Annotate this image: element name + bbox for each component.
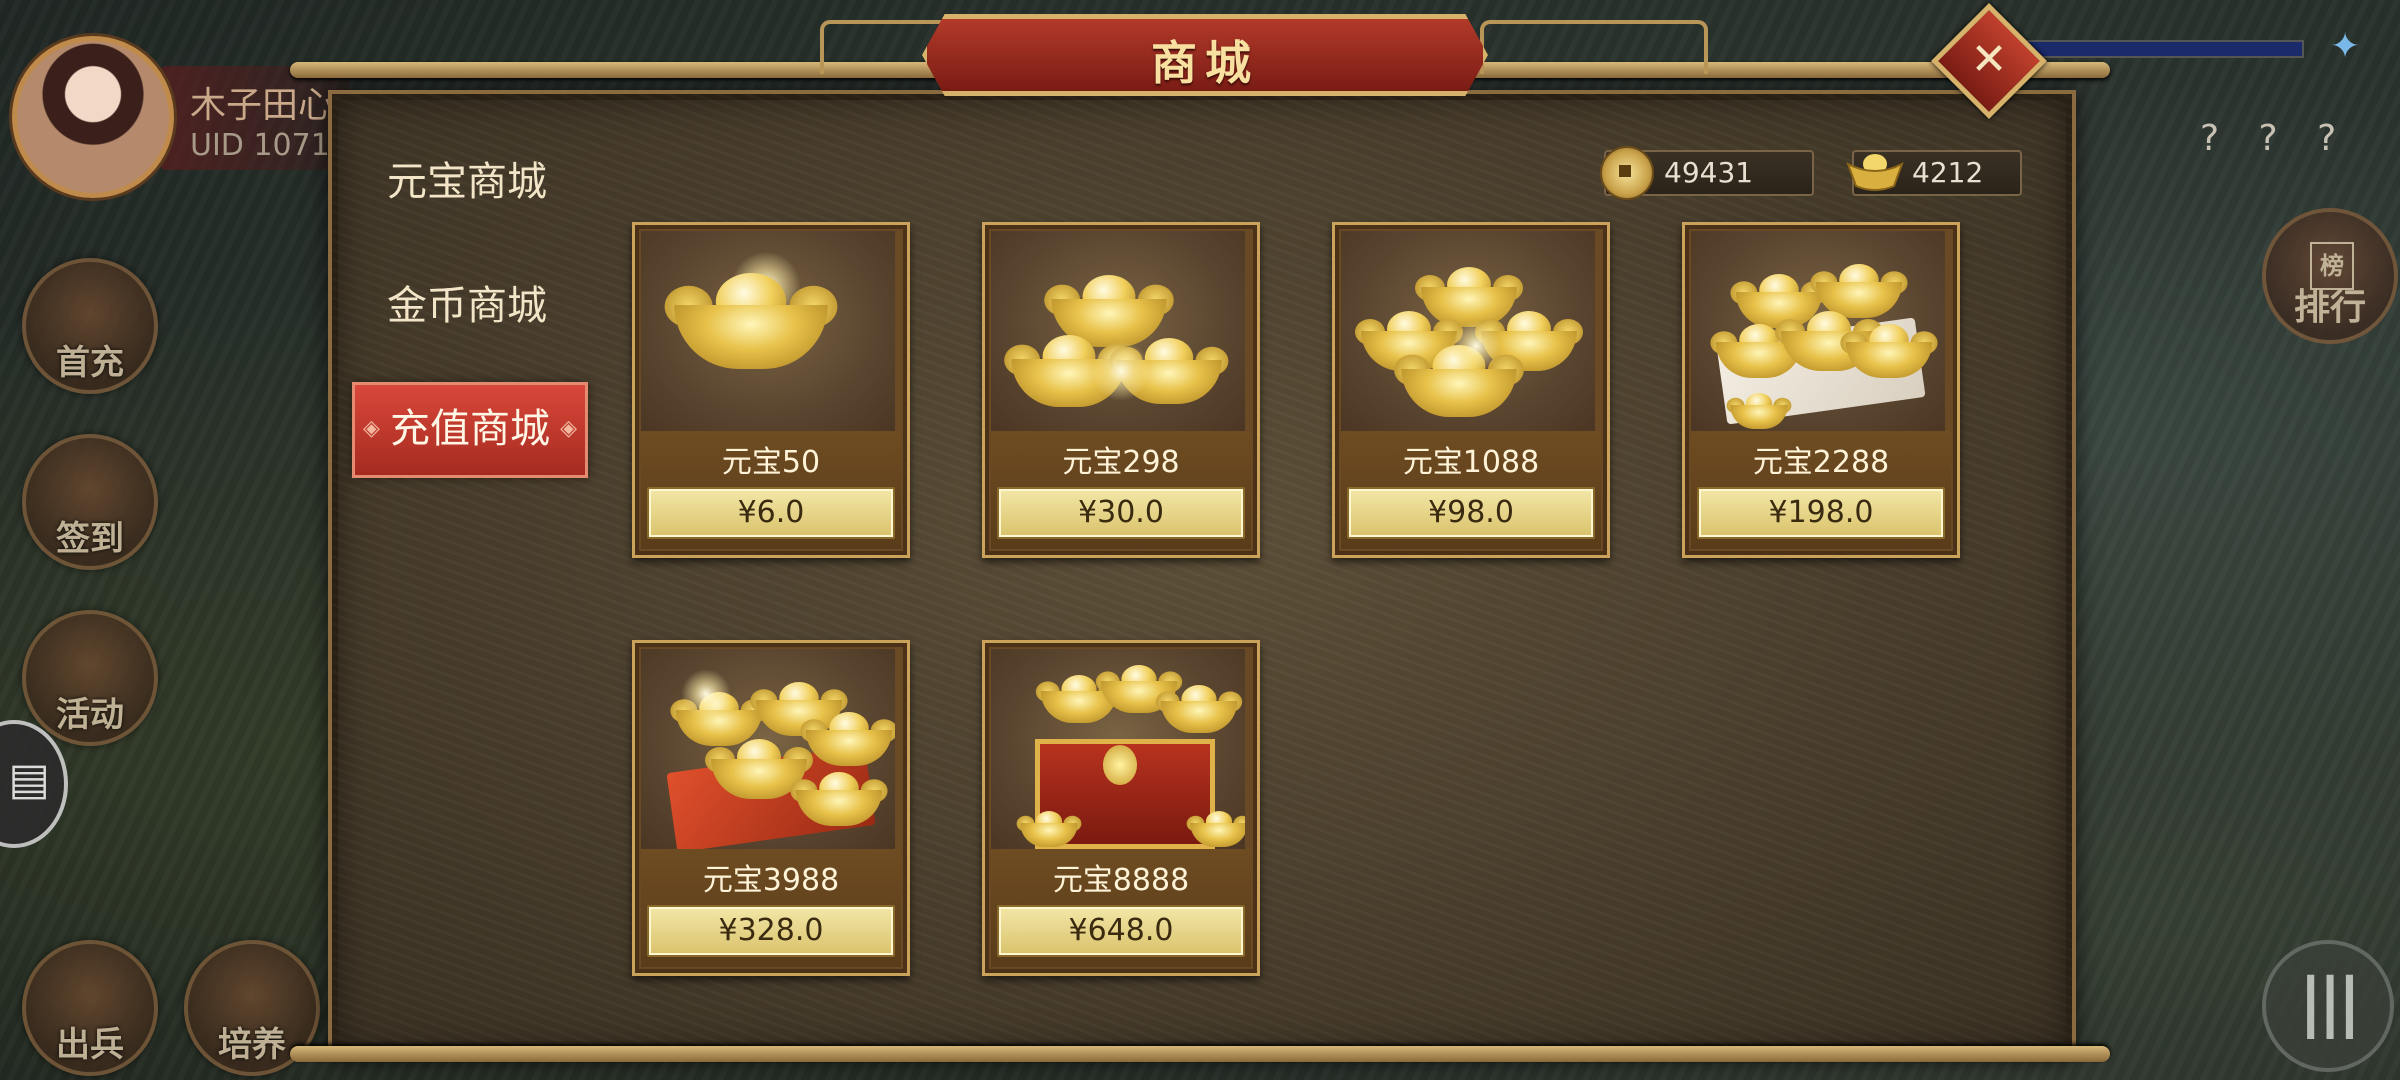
product-name: 元宝50 [721, 445, 821, 480]
ingot-pile-icon [1341, 231, 1595, 431]
ingot-amount: 4212 [1912, 156, 1984, 189]
product-card[interactable]: 元宝3988 ¥328.0 [632, 640, 910, 976]
product-name: 元宝298 [1062, 445, 1180, 480]
copper-coin-icon [1600, 146, 1654, 200]
ingots-on-cloth-icon [1691, 231, 1945, 431]
player-uid: UID 1071 [190, 128, 330, 163]
player-avatar[interactable] [12, 36, 174, 198]
buy-button[interactable]: ¥328.0 [647, 905, 895, 957]
product-card[interactable]: 元宝50 ¥6.0 [632, 222, 910, 558]
product-card[interactable]: 元宝8888 ¥648.0 [982, 640, 1260, 976]
product-price: ¥30.0 [1078, 495, 1164, 530]
single-ingot-icon [641, 231, 895, 431]
product-name: 元宝3988 [702, 863, 840, 898]
tab-coin-shop[interactable]: 金币商城 [352, 262, 582, 352]
product-name: 元宝1088 [1402, 445, 1540, 480]
main-menu-button[interactable]: ||| [2262, 940, 2394, 1072]
gold-ingot-icon [1846, 154, 1904, 191]
product-price: ¥198.0 [1768, 495, 1874, 530]
ranking-label: 排行 [2293, 287, 2366, 328]
ingots-on-red-cloth-icon [641, 649, 895, 849]
product-price: ¥648.0 [1068, 913, 1174, 948]
sign-in-button[interactable]: 签到 [22, 434, 158, 570]
product-name: 元宝8888 [1052, 863, 1190, 898]
product-name: 元宝2288 [1752, 445, 1890, 480]
product-price: ¥6.0 [737, 495, 805, 530]
rail-ornament-right [1480, 20, 1708, 74]
product-price: ¥98.0 [1428, 495, 1514, 530]
buy-button[interactable]: ¥198.0 [1697, 487, 1945, 539]
buy-button[interactable]: ¥98.0 [1347, 487, 1595, 539]
events-button[interactable]: 活动 [22, 610, 158, 746]
scroll-icon: ▤ [8, 754, 50, 805]
player-name: 木子田心 [190, 85, 335, 126]
tab-recharge-shop[interactable]: 充值商城 [352, 382, 588, 478]
product-card[interactable]: 元宝2288 ¥198.0 [1682, 222, 1960, 558]
ranking-button[interactable]: 榜 排行 [2262, 208, 2398, 344]
dialog-title: 商城 [1151, 36, 1259, 90]
coin-balance: 49431 [1600, 146, 1814, 200]
product-card[interactable]: 元宝298 ¥30.0 [982, 222, 1260, 558]
buy-button[interactable]: ¥30.0 [997, 487, 1245, 539]
tab-ingot-shop[interactable]: 元宝商城 [352, 138, 582, 228]
first-recharge-button[interactable]: 首充 [22, 258, 158, 394]
deploy-troops-button[interactable]: 出兵 [22, 940, 158, 1076]
sign-in-label: 签到 [56, 519, 124, 559]
buy-button[interactable]: ¥6.0 [647, 487, 895, 539]
buy-button[interactable]: ¥648.0 [997, 905, 1245, 957]
dialog-bottom-rail [290, 1046, 2110, 1062]
menu-icon: ||| [2298, 966, 2361, 1040]
help-marks[interactable]: ? ? ? [2200, 118, 2350, 159]
product-card[interactable]: 元宝1088 ¥98.0 [1332, 222, 1610, 558]
first-recharge-label: 首充 [56, 343, 124, 383]
treasure-chest-icon [991, 649, 1245, 849]
progress-bar [2020, 40, 2304, 58]
ingot-balance: 4212 [1846, 150, 2022, 196]
close-icon: ✕ [1970, 34, 2008, 85]
coin-amount: 49431 [1664, 156, 1754, 189]
title-banner: 商城 [922, 14, 1488, 96]
bird-icon: ✦ [2330, 26, 2361, 67]
three-ingots-icon [991, 231, 1245, 431]
product-price: ¥328.0 [718, 913, 824, 948]
deploy-troops-label: 出兵 [56, 1025, 124, 1065]
events-label: 活动 [56, 695, 124, 735]
